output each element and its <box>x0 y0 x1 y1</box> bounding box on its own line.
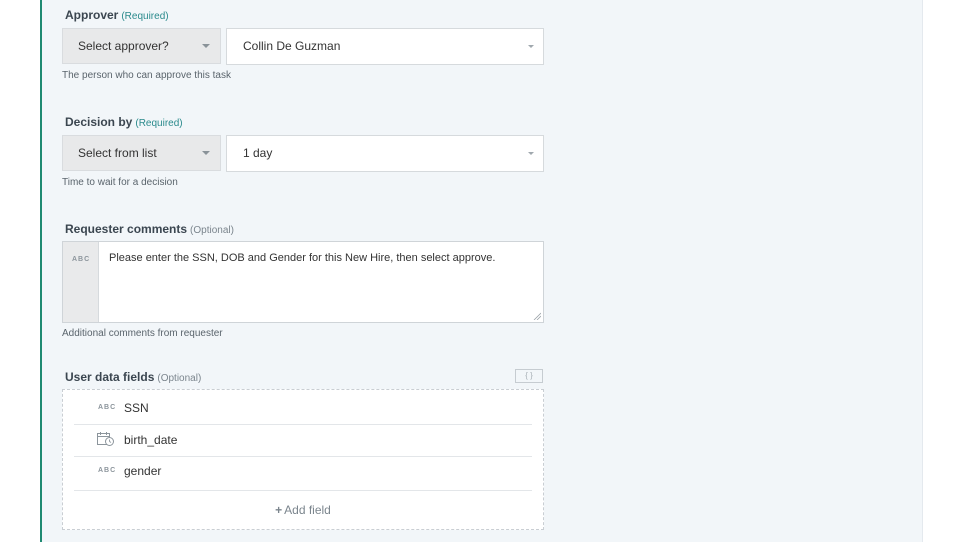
calendar-icon <box>97 432 114 446</box>
text-type-icon: ABC <box>72 256 91 263</box>
approver-label: Approver (Required) <box>65 8 169 22</box>
add-field-label: Add field <box>284 503 331 517</box>
approver-mode-select-label: Select approver? <box>78 39 169 53</box>
approver-mode-select[interactable]: Select approver? <box>62 28 221 64</box>
decision-by-mode-select-label: Select from list <box>78 146 157 160</box>
field-row-gender[interactable]: ABC gender <box>74 456 532 491</box>
decision-by-label: Decision by (Required) <box>65 115 183 129</box>
approver-required-tag: (Required) <box>121 11 169 22</box>
approver-hint: The person who can approve this task <box>62 70 231 81</box>
resize-handle-icon[interactable] <box>533 312 541 320</box>
requester-comments-label: Requester comments (Optional) <box>65 222 234 236</box>
decision-by-mode-select[interactable]: Select from list <box>62 135 221 171</box>
user-data-fields-label-text: User data fields <box>65 370 155 384</box>
decision-by-required-tag: (Required) <box>135 118 183 129</box>
field-name: gender <box>124 464 162 478</box>
chevron-down-icon <box>202 151 210 155</box>
user-data-fields-label: User data fields (Optional) <box>65 370 201 384</box>
chevron-down-icon <box>202 44 210 48</box>
user-data-fields-list: ABC SSN birth_date ABC gender + Add field <box>62 389 544 530</box>
field-name: birth_date <box>124 433 178 447</box>
plus-icon: + <box>275 503 283 517</box>
user-data-fields-optional-tag: (Optional) <box>157 373 202 384</box>
field-row-birth-date[interactable]: birth_date <box>74 425 532 457</box>
decision-by-hint: Time to wait for a decision <box>62 177 178 188</box>
approver-value: Collin De Guzman <box>243 39 341 53</box>
chevron-down-icon <box>528 45 534 48</box>
approver-label-text: Approver <box>65 8 119 22</box>
field-name: SSN <box>124 401 149 415</box>
approver-value-select[interactable]: Collin De Guzman <box>226 28 544 65</box>
requester-comments-textarea[interactable]: ABC Please enter the SSN, DOB and Gender… <box>62 241 544 323</box>
formula-toggle-button[interactable]: { } <box>515 369 543 383</box>
decision-by-value: 1 day <box>243 146 273 160</box>
requester-comments-optional-tag: (Optional) <box>190 225 234 236</box>
decision-by-label-text: Decision by <box>65 115 133 129</box>
text-type-gutter: ABC <box>63 242 99 322</box>
requester-comments-value: Please enter the SSN, DOB and Gender for… <box>109 252 496 264</box>
requester-comments-hint: Additional comments from requester <box>62 328 223 339</box>
text-type-icon: ABC <box>98 467 117 474</box>
chevron-down-icon <box>528 152 534 155</box>
decision-by-value-select[interactable]: 1 day <box>226 135 544 172</box>
text-type-icon: ABC <box>98 404 117 411</box>
field-row-ssn[interactable]: ABC SSN <box>74 393 532 425</box>
add-field-button[interactable]: + Add field <box>63 503 543 517</box>
requester-comments-label-text: Requester comments <box>65 222 188 236</box>
